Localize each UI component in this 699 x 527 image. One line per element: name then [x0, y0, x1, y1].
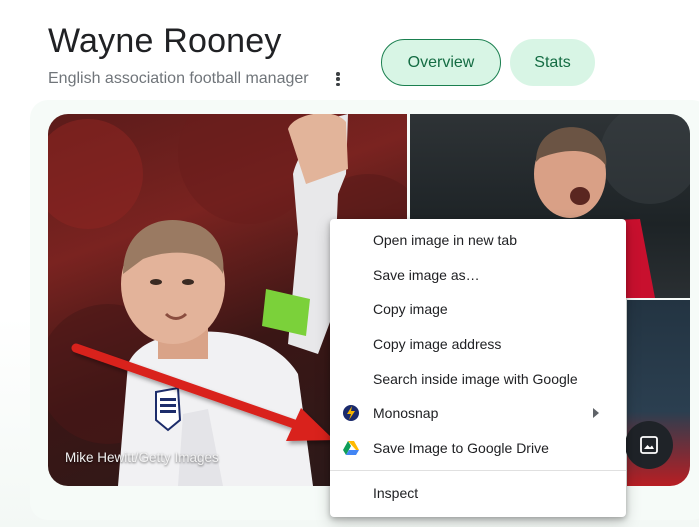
more-options-icon[interactable]: [331, 70, 345, 88]
menu-item-label: Save Image to Google Drive: [373, 439, 549, 456]
menu-item-open-image-new-tab[interactable]: Open image in new tab: [330, 223, 626, 258]
entity-subtitle: English association football manager: [48, 70, 309, 87]
menu-item-copy-image[interactable]: Copy image: [330, 292, 626, 327]
menu-item-label: Copy image address: [373, 336, 502, 353]
menu-item-label: Open image in new tab: [373, 232, 517, 249]
context-menu: Open image in new tab Save image as… Cop…: [330, 219, 626, 517]
submenu-arrow-icon: [593, 408, 599, 419]
image-icon: [640, 436, 658, 454]
menu-item-save-image-as[interactable]: Save image as…: [330, 258, 626, 293]
menu-item-save-to-google-drive[interactable]: Save Image to Google Drive: [330, 431, 626, 466]
menu-item-label: Search inside image with Google: [373, 370, 578, 387]
menu-item-label: Save image as…: [373, 266, 480, 283]
menu-item-search-inside-image[interactable]: Search inside image with Google: [330, 361, 626, 396]
menu-item-label: Copy image: [373, 301, 448, 318]
menu-separator: [330, 470, 626, 472]
tab-overview[interactable]: Overview: [381, 39, 501, 86]
menu-item-monosnap[interactable]: Monosnap: [330, 396, 626, 431]
menu-item-inspect[interactable]: Inspect: [330, 476, 626, 511]
page-title: Wayne Rooney: [48, 22, 282, 60]
menu-item-label: Monosnap: [373, 405, 439, 422]
monosnap-icon: [343, 405, 359, 422]
tab-stats[interactable]: Stats: [510, 39, 595, 86]
menu-item-copy-image-address[interactable]: Copy image address: [330, 327, 626, 362]
google-drive-icon: [343, 440, 359, 455]
image-search-button[interactable]: [625, 421, 673, 469]
photo-credit: Mike Hewitt/Getty Images: [65, 450, 219, 465]
menu-item-label: Inspect: [373, 485, 419, 502]
